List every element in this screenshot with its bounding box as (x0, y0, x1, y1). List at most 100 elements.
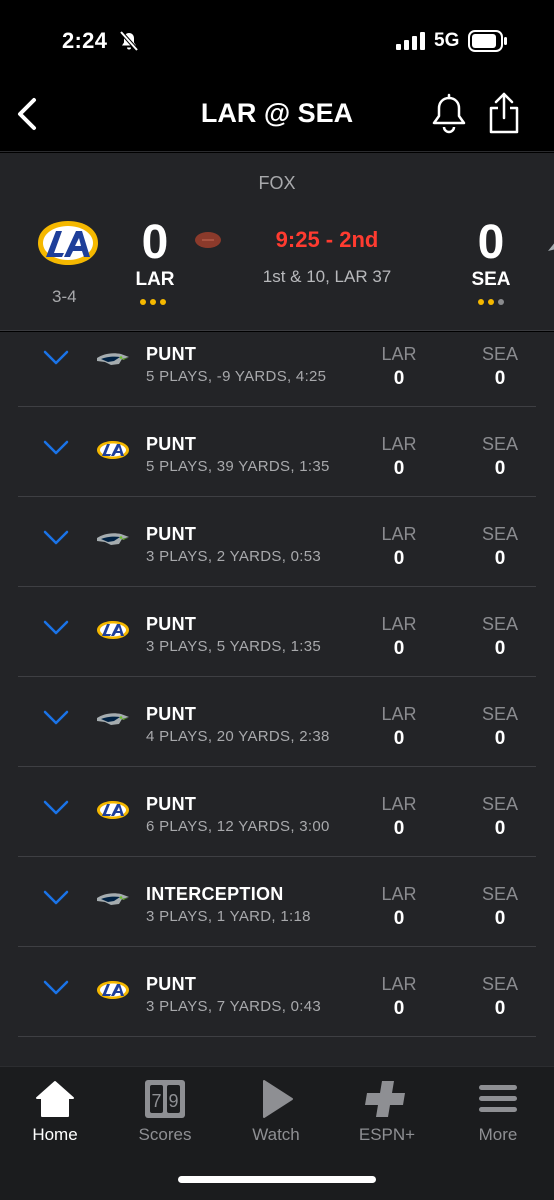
tab-label: Watch (252, 1125, 300, 1144)
home-icon (36, 1081, 74, 1117)
timeout-dot (160, 299, 166, 305)
drive-col-head-home: SEA (481, 614, 519, 634)
drive-result: PUNT (146, 974, 197, 994)
tab-label: More (478, 1125, 518, 1144)
page-title: LAR @ SEA (200, 98, 354, 128)
drive-row[interactable]: PUNT 6 PLAYS, 12 YARDS, 3:00 LAR SEA 0 0 (18, 767, 536, 857)
drive-score-away: 0 (393, 818, 405, 839)
drive-col-head-away: LAR (381, 434, 417, 454)
drive-row[interactable]: PUNT 3 PLAYS, 7 YARDS, 0:43 LAR SEA 0 0 (18, 947, 536, 1037)
tab-label: Home (32, 1125, 78, 1144)
drive-row[interactable]: INTERCEPTION 3 PLAYS, 1 YARD, 1:18 LAR SEA 0… (18, 857, 536, 947)
status-bar: 2:24 5G (0, 0, 554, 80)
drive-list: PUNT 5 PLAYS, -9 YARDS, 4:25 LAR SEA 0 0 PUNT 5… (0, 332, 554, 1066)
chevron-down-icon[interactable] (42, 619, 70, 637)
drive-col-head-home: SEA (481, 344, 519, 364)
drive-col-head-away: LAR (381, 794, 417, 814)
seahawks-logo-icon (97, 533, 129, 545)
chevron-down-icon[interactable] (42, 709, 70, 727)
drive-summary: 5 PLAYS, 39 YARDS, 1:35 (146, 458, 330, 475)
drive-col-head-away: LAR (381, 344, 417, 364)
menu-icon (479, 1085, 517, 1112)
seahawks-logo-icon (97, 893, 129, 905)
away-timeouts (140, 299, 166, 305)
tab-label: ESPN+ (358, 1125, 416, 1144)
drive-result: PUNT (146, 614, 197, 634)
seahawks-logo-icon[interactable] (546, 237, 554, 257)
drive-col-head-home: SEA (481, 974, 519, 994)
timeout-dot (478, 299, 484, 305)
drive-summary: 4 PLAYS, 20 YARDS, 2:38 (146, 728, 330, 745)
tab-scores[interactable]: 7 9 Scores (115, 1079, 215, 1169)
drive-col-head-away: LAR (381, 614, 417, 634)
tab-home[interactable]: Home (5, 1079, 105, 1169)
drive-col-head-home: SEA (481, 794, 519, 814)
share-icon[interactable] (486, 90, 522, 136)
plus-icon (365, 1081, 405, 1117)
drive-score-home: 0 (494, 998, 506, 1019)
home-score: 0 (477, 216, 505, 269)
seahawks-logo-icon (97, 353, 129, 365)
chevron-down-icon[interactable] (42, 799, 70, 817)
drive-result: PUNT (146, 344, 197, 364)
drive-row[interactable]: PUNT 5 PLAYS, 39 YARDS, 1:35 LAR SEA 0 0 (18, 407, 536, 497)
drive-summary: 6 PLAYS, 12 YARDS, 3:00 (146, 818, 330, 835)
drive-summary: 3 PLAYS, 1 YARD, 1:18 (146, 908, 311, 925)
tab-more[interactable]: More (448, 1079, 548, 1169)
play-icon (263, 1080, 293, 1118)
away-team-abbr: LAR (135, 269, 175, 290)
svg-text:9: 9 (168, 1091, 178, 1111)
drive-score-home: 0 (494, 908, 506, 929)
drive-summary: 3 PLAYS, 7 YARDS, 0:43 (146, 998, 322, 1015)
drive-row[interactable]: PUNT 4 PLAYS, 20 YARDS, 2:38 LAR SEA 0 0 (18, 677, 536, 767)
drive-score-home: 0 (494, 638, 506, 659)
drive-score-home: 0 (494, 548, 506, 569)
home-timeouts (478, 299, 504, 305)
seahawks-logo-icon (97, 713, 129, 725)
home-team-abbr: SEA (471, 269, 511, 290)
drive-col-head-away: LAR (381, 524, 417, 544)
drive-result: PUNT (146, 524, 197, 544)
home-indicator[interactable] (178, 1176, 376, 1183)
bell-off-icon (119, 30, 139, 52)
bell-icon[interactable] (430, 92, 468, 136)
drive-row[interactable]: PUNT 3 PLAYS, 5 YARDS, 1:35 LAR SEA 0 0 (18, 587, 536, 677)
team-record: 3-4 (52, 287, 77, 306)
rams-logo-icon[interactable] (34, 217, 102, 269)
drive-score-away: 0 (393, 368, 405, 389)
drive-row[interactable]: PUNT 3 PLAYS, 2 YARDS, 0:53 LAR SEA 0 0 (18, 497, 536, 587)
drive-col-head-home: SEA (481, 434, 519, 454)
rams-logo-icon (97, 981, 129, 999)
drive-summary: 5 PLAYS, -9 YARDS, 4:25 (146, 368, 327, 385)
drive-score-home: 0 (494, 818, 506, 839)
scoreboard-header: FOX 3-4 0 LAR 9:25 - 2nd 1st & 10, LAR 3… (0, 153, 554, 331)
game-clock: 9:25 - 2nd (275, 227, 379, 252)
drive-row[interactable]: PUNT 5 PLAYS, -9 YARDS, 4:25 LAR SEA 0 0 (18, 332, 536, 407)
svg-text:7: 7 (151, 1091, 161, 1111)
tab-watch[interactable]: Watch (226, 1079, 326, 1169)
drive-score-away: 0 (393, 728, 405, 749)
drive-result: PUNT (146, 704, 197, 724)
drive-result: PUNT (146, 434, 197, 454)
drive-result: INTERCEPTION (146, 884, 284, 904)
tab-espn-plus[interactable]: ESPN+ (337, 1079, 437, 1169)
drive-col-head-home: SEA (481, 704, 519, 724)
drive-col-head-home: SEA (481, 524, 519, 544)
drive-summary: 3 PLAYS, 2 YARDS, 0:53 (146, 548, 322, 565)
rams-logo-icon (97, 441, 129, 459)
drive-score-away: 0 (393, 548, 405, 569)
drive-col-head-away: LAR (381, 704, 417, 724)
drive-summary: 3 PLAYS, 5 YARDS, 1:35 (146, 638, 322, 655)
chevron-down-icon[interactable] (42, 349, 70, 367)
drive-col-head-away: LAR (381, 974, 417, 994)
possession-football-icon (195, 232, 221, 248)
timeout-dot (150, 299, 156, 305)
drive-col-head-home: SEA (481, 884, 519, 904)
chevron-down-icon[interactable] (42, 979, 70, 997)
chevron-down-icon[interactable] (42, 439, 70, 457)
chevron-down-icon[interactable] (42, 889, 70, 907)
drive-score-away: 0 (393, 638, 405, 659)
chevron-down-icon[interactable] (42, 529, 70, 547)
battery-icon (468, 30, 507, 52)
drive-score-home: 0 (494, 368, 506, 389)
